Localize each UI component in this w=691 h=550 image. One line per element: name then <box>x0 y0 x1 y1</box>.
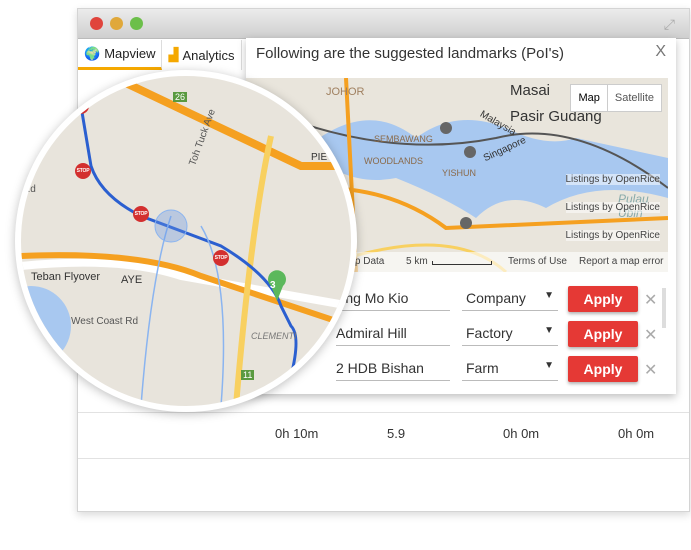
magnifier-lens: STOP STOP STOP STOP 3 Toh Tuck Ave Teban… <box>15 70 357 412</box>
table-row: 0h 10m 5.9 0h 0m 0h 0m <box>78 412 689 458</box>
remove-icon[interactable]: ✕ <box>644 325 657 345</box>
close-window-button[interactable] <box>90 17 103 30</box>
stop-sign-label: STOP <box>76 168 90 174</box>
terms-link[interactable]: Terms of Use <box>508 256 567 267</box>
stop-sign-label: STOP <box>134 211 148 217</box>
apply-button[interactable]: Apply <box>568 356 638 382</box>
landmark-type-select[interactable]: Farm ▼ <box>462 360 558 381</box>
map-type-satellite-button[interactable]: Satellite <box>608 85 661 111</box>
landmark-name-input[interactable]: Ang Mo Kio <box>336 290 450 311</box>
map-label: PIE <box>311 152 328 163</box>
road-number: 11 <box>241 370 255 380</box>
map-label: SEMBAWANG <box>374 134 433 144</box>
expand-icon[interactable]: ⤢ <box>664 16 675 33</box>
maximize-window-button[interactable] <box>130 17 143 30</box>
landmark-name-input[interactable]: Admiral Hill <box>336 325 450 346</box>
apply-button[interactable]: Apply <box>568 286 638 312</box>
tab-mapview[interactable]: 🌍 Mapview <box>78 40 163 70</box>
map-attribution: Listings by OpenRice <box>565 230 660 241</box>
tab-label: Analytics <box>182 47 235 63</box>
table-cell: 5.9 <box>387 426 406 441</box>
map-label: Teban Flyover <box>31 271 101 283</box>
apply-button[interactable]: Apply <box>568 321 638 347</box>
select-value: Factory <box>466 325 513 341</box>
tab-label: Mapview <box>104 46 156 61</box>
map-label: CLEMENTI <box>251 331 297 341</box>
table-cell: 0h 0m <box>618 426 655 441</box>
caret-down-icon: ▼ <box>544 360 554 371</box>
map-attribution: Listings by OpenRice <box>565 174 660 185</box>
map-label: YISHUN <box>442 168 477 178</box>
close-dialog-button[interactable]: X <box>655 43 666 61</box>
scale-bar <box>432 261 492 265</box>
route-marker[interactable]: 3 <box>270 280 276 291</box>
title-bar: ⤢ <box>78 9 689 39</box>
select-value: Company <box>466 290 526 306</box>
tab-analytics[interactable]: ▟ Analytics <box>162 40 242 70</box>
remove-icon[interactable]: ✕ <box>644 360 657 380</box>
map-attribution: Listings by OpenRice <box>565 202 660 213</box>
road-number: 26 <box>173 92 188 102</box>
landmark-type-select[interactable]: Company ▼ <box>462 290 558 311</box>
map-label: West Coast Rd <box>71 316 139 327</box>
dialog-title: Following are the suggested landmarks (P… <box>256 45 565 62</box>
scale-label: 5 km <box>406 256 428 267</box>
landmark-name-input[interactable]: 2 HDB Bishan <box>336 360 450 381</box>
landmark-type-select[interactable]: Factory ▼ <box>462 325 558 346</box>
map-type-map-button[interactable]: Map <box>571 85 608 111</box>
map-label: AYE <box>121 274 143 286</box>
map-label: WOODLANDS <box>364 156 424 166</box>
select-value: Farm <box>466 360 499 376</box>
report-error-link[interactable]: Report a map error <box>579 256 663 267</box>
stop-sign-label: STOP <box>74 103 88 109</box>
caret-down-icon: ▼ <box>544 325 554 336</box>
stop-sign-label: STOP <box>214 255 228 261</box>
map-label: Rd <box>23 184 36 195</box>
divider <box>78 458 689 459</box>
bar-chart-icon: ▟ <box>168 47 179 62</box>
scrollbar[interactable] <box>662 288 666 328</box>
caret-down-icon: ▼ <box>544 290 554 301</box>
map-label: Masai <box>510 82 551 99</box>
table-cell: 0h 10m <box>275 426 319 441</box>
minimize-window-button[interactable] <box>110 17 123 30</box>
table-cell: 0h 0m <box>503 426 540 441</box>
remove-icon[interactable]: ✕ <box>644 290 657 310</box>
globe-pin-icon: 🌍 <box>84 45 101 61</box>
zoomed-map <box>21 76 351 406</box>
